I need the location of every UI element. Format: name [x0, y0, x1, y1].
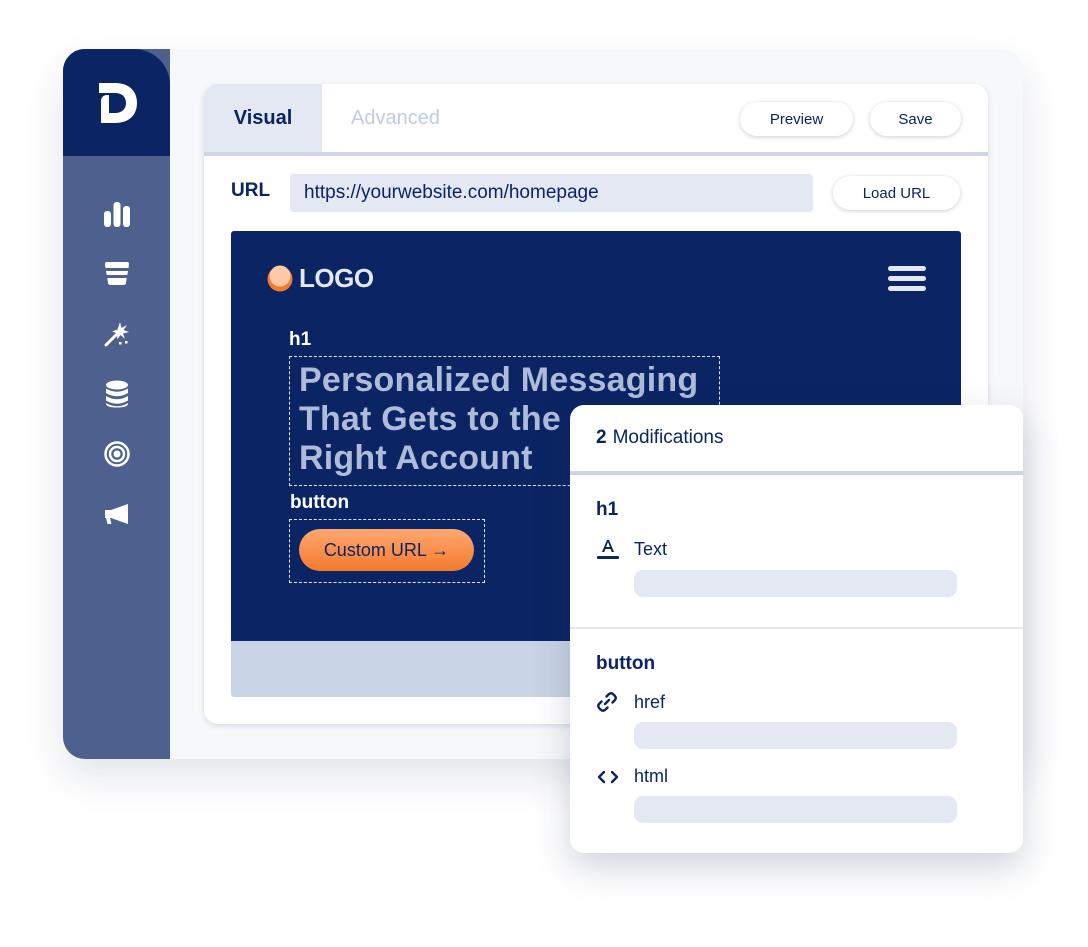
- preview-button[interactable]: Preview: [740, 102, 853, 136]
- field-label: Text: [634, 538, 668, 559]
- link-icon: [596, 691, 634, 713]
- url-label: URL: [231, 180, 271, 201]
- d-logo-icon: [98, 82, 137, 123]
- modifications-title: Modifications: [612, 427, 724, 448]
- html-value-input[interactable]: [634, 796, 957, 823]
- menu-icon[interactable]: [888, 266, 926, 296]
- tab-visual[interactable]: Visual: [204, 84, 322, 152]
- field-label: href: [634, 691, 666, 712]
- modification-field-html: html: [596, 766, 1023, 787]
- load-url-button[interactable]: Load URL: [833, 176, 960, 210]
- modifications-panel: 2 Modifications h1 Text button href html: [570, 405, 1023, 853]
- sidebar-item-magic[interactable]: [63, 304, 170, 364]
- brand-logo[interactable]: [63, 49, 170, 156]
- sidebar-item-funnel[interactable]: [63, 244, 170, 304]
- database-icon: [105, 380, 128, 408]
- megaphone-icon: [104, 504, 128, 524]
- cta-button[interactable]: Custom URL →: [299, 529, 474, 571]
- code-icon: [596, 769, 634, 785]
- modification-section-button: button href html: [570, 627, 1023, 823]
- h1-tag-label: h1: [289, 329, 312, 350]
- logo-mark-icon: [267, 265, 293, 291]
- sidebar-nav: [63, 184, 170, 544]
- modification-field-href: href: [596, 691, 1023, 713]
- sidebar-item-data[interactable]: [63, 364, 170, 424]
- button-tag-label: button: [290, 492, 350, 513]
- save-button[interactable]: Save: [870, 102, 961, 136]
- bar-chart-icon: [103, 202, 130, 227]
- sidebar-rail: [63, 49, 170, 759]
- sidebar-item-campaigns[interactable]: [63, 484, 170, 544]
- url-input[interactable]: [290, 174, 813, 212]
- sidebar-item-analytics[interactable]: [63, 184, 170, 244]
- modifications-header: 2 Modifications: [570, 405, 1023, 475]
- tab-advanced[interactable]: Advanced: [351, 84, 440, 152]
- target-icon: [103, 441, 130, 467]
- site-logo[interactable]: LOGO: [266, 263, 374, 294]
- href-value-input[interactable]: [634, 722, 957, 749]
- sidebar-item-targeting[interactable]: [63, 424, 170, 484]
- headline-line: Personalized Messaging: [299, 361, 699, 399]
- text-value-input[interactable]: [634, 570, 957, 597]
- logo-text: LOGO: [299, 263, 374, 293]
- field-label: html: [634, 766, 669, 786]
- magic-wand-icon: [104, 322, 129, 347]
- modification-section-h1: h1 Text: [570, 475, 1023, 627]
- text-format-icon: [596, 537, 634, 561]
- modification-count: 2: [596, 427, 607, 448]
- tab-bar: Visual Advanced Preview Save: [204, 84, 988, 156]
- section-element-label: button: [596, 653, 656, 674]
- section-element-label: h1: [596, 499, 619, 520]
- funnel-icon: [104, 262, 129, 285]
- modification-field-text: Text: [596, 537, 1023, 561]
